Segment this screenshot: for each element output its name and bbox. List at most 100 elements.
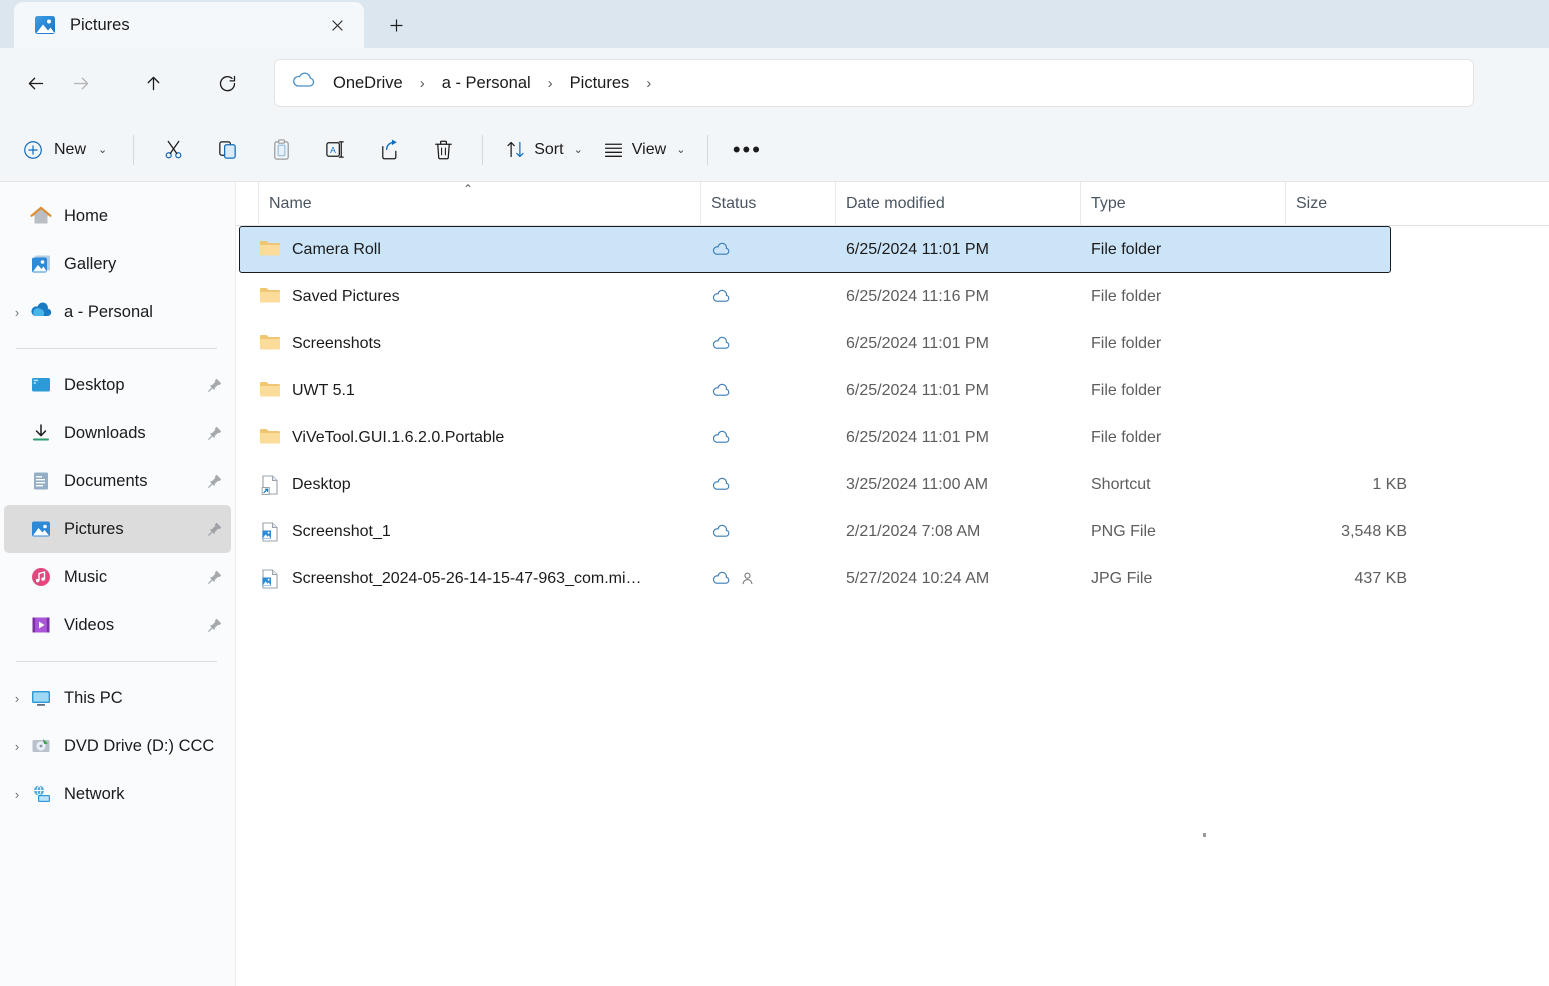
- file-name-cell: Desktop: [259, 474, 701, 496]
- image-icon: [259, 521, 281, 543]
- sidebar-item-label: Gallery: [64, 255, 223, 274]
- cut-button[interactable]: [146, 128, 200, 172]
- file-name: Screenshot_1: [292, 523, 391, 541]
- pictures-icon: [30, 518, 52, 540]
- sidebar-item-downloads[interactable]: Downloads: [4, 409, 231, 457]
- file-name-cell: Screenshot_2024-05-26-14-15-47-963_com.m…: [259, 568, 701, 590]
- sidebar-item-videos[interactable]: Videos: [4, 601, 231, 649]
- file-explorer-window: Pictures: [0, 0, 1549, 986]
- forward-button[interactable]: [60, 62, 102, 104]
- sidebar-item-network[interactable]: › Network: [4, 770, 231, 818]
- sidebar-item-label: Network: [64, 785, 223, 804]
- file-status-cell: [701, 289, 836, 304]
- divider: [707, 135, 708, 165]
- file-size-cell: 437 KB: [1286, 570, 1419, 588]
- sort-button[interactable]: Sort ⌄: [495, 128, 593, 172]
- pin-icon[interactable]: [207, 569, 223, 585]
- sidebar-item-desktop[interactable]: Desktop: [4, 361, 231, 409]
- cloud-online-only-icon: [711, 336, 732, 351]
- file-name: UWT 5.1: [292, 382, 355, 400]
- breadcrumb-item-0[interactable]: OneDrive: [325, 70, 411, 97]
- sidebar-item-gallery[interactable]: Gallery: [4, 240, 231, 288]
- sidebar-item-label: Documents: [64, 472, 207, 491]
- column-header-name[interactable]: Name: [258, 182, 700, 226]
- chevron-down-icon: ⌄: [574, 143, 583, 156]
- table-row[interactable]: Screenshots 6/25/2024 11:01 PM File fold…: [239, 320, 1391, 367]
- table-row[interactable]: Camera Roll 6/25/2024 11:01 PM File fold…: [239, 226, 1391, 273]
- refresh-button[interactable]: [206, 62, 248, 104]
- pin-icon[interactable]: [207, 473, 223, 489]
- more-options-button[interactable]: •••: [720, 128, 774, 172]
- cloud-online-only-icon: [711, 477, 732, 492]
- pin-icon[interactable]: [207, 425, 223, 441]
- column-header-size[interactable]: Size: [1285, 182, 1418, 226]
- column-header-type[interactable]: Type: [1080, 182, 1285, 226]
- chevron-right-icon[interactable]: ›: [4, 691, 30, 706]
- file-status-cell: [701, 242, 836, 257]
- sidebar-item-dvd-drive[interactable]: › DVD Drive (D:) CCC: [4, 722, 231, 770]
- folder-icon: [259, 239, 281, 261]
- chevron-right-icon[interactable]: ›: [4, 787, 30, 802]
- file-status-cell: [701, 430, 836, 445]
- address-bar: OneDrive › a - Personal › Pictures ›: [0, 48, 1549, 118]
- file-size-cell: 1 KB: [1286, 476, 1419, 494]
- column-header-date[interactable]: Date modified: [835, 182, 1080, 226]
- file-name: Saved Pictures: [292, 288, 400, 306]
- table-row[interactable]: Screenshot_2024-05-26-14-15-47-963_com.m…: [239, 555, 1391, 602]
- chevron-right-icon: ›: [539, 75, 562, 92]
- onedrive-icon: [30, 301, 52, 323]
- breadcrumb[interactable]: OneDrive › a - Personal › Pictures ›: [274, 59, 1474, 107]
- close-icon[interactable]: [320, 8, 354, 42]
- file-name: Screenshots: [292, 335, 381, 353]
- share-button[interactable]: [362, 128, 416, 172]
- sidebar-item-this-pc[interactable]: › This PC: [4, 674, 231, 722]
- table-row[interactable]: ViVeTool.GUI.1.6.2.0.Portable 6/25/2024 …: [239, 414, 1391, 461]
- chevron-down-icon: ⌄: [98, 143, 107, 156]
- new-button[interactable]: New ⌄: [14, 128, 121, 172]
- chevron-right-icon[interactable]: ›: [4, 739, 30, 754]
- chevron-right-icon[interactable]: ›: [4, 305, 30, 320]
- file-rows: Camera Roll 6/25/2024 11:01 PM File fold…: [236, 226, 1549, 602]
- pin-icon[interactable]: [207, 617, 223, 633]
- back-button[interactable]: [14, 62, 56, 104]
- cloud-online-only-icon: [711, 571, 732, 586]
- sidebar-item-pictures[interactable]: Pictures: [4, 505, 231, 553]
- up-button[interactable]: [132, 62, 174, 104]
- pin-icon[interactable]: [207, 377, 223, 393]
- table-row[interactable]: Saved Pictures 6/25/2024 11:16 PM File f…: [239, 273, 1391, 320]
- view-icon: [603, 139, 624, 160]
- cloud-online-only-icon: [711, 430, 732, 445]
- sidebar-item-documents[interactable]: Documents: [4, 457, 231, 505]
- table-row[interactable]: Screenshot_1 2/21/2024 7:08 AM PNG File …: [239, 508, 1391, 555]
- divider: [16, 348, 217, 349]
- breadcrumb-item-1[interactable]: a - Personal: [434, 70, 539, 97]
- file-list-pane: ⌃ Name Status Date modified Type Size: [236, 182, 1549, 986]
- pin-icon[interactable]: [207, 521, 223, 537]
- downloads-icon: [30, 422, 52, 444]
- column-header-status[interactable]: Status: [700, 182, 835, 226]
- breadcrumb-item-2[interactable]: Pictures: [562, 70, 638, 97]
- delete-button[interactable]: [416, 128, 470, 172]
- rename-button[interactable]: A: [308, 128, 362, 172]
- new-tab-button[interactable]: [376, 5, 416, 45]
- folder-icon: [259, 380, 281, 402]
- sidebar-item-home[interactable]: Home: [4, 192, 231, 240]
- chevron-right-icon[interactable]: ›: [637, 75, 660, 92]
- sidebar-item-a-personal[interactable]: › a - Personal: [4, 288, 231, 336]
- view-button[interactable]: View ⌄: [593, 128, 696, 172]
- copy-button[interactable]: [200, 128, 254, 172]
- paste-button[interactable]: [254, 128, 308, 172]
- file-status-cell: [701, 383, 836, 398]
- file-type-cell: PNG File: [1081, 523, 1286, 541]
- tab-pictures[interactable]: Pictures: [14, 2, 364, 48]
- file-name: ViVeTool.GUI.1.6.2.0.Portable: [292, 429, 504, 447]
- sidebar-item-music[interactable]: Music: [4, 553, 231, 601]
- music-icon: [30, 566, 52, 588]
- cursor-artifact: [1203, 833, 1206, 837]
- divider: [482, 135, 483, 165]
- file-date-cell: 3/25/2024 11:00 AM: [836, 476, 1081, 494]
- folder-icon: [259, 286, 281, 308]
- image-icon: [259, 568, 281, 590]
- table-row[interactable]: Desktop 3/25/2024 11:00 AM Shortcut 1 KB: [239, 461, 1391, 508]
- table-row[interactable]: UWT 5.1 6/25/2024 11:01 PM File folder: [239, 367, 1391, 414]
